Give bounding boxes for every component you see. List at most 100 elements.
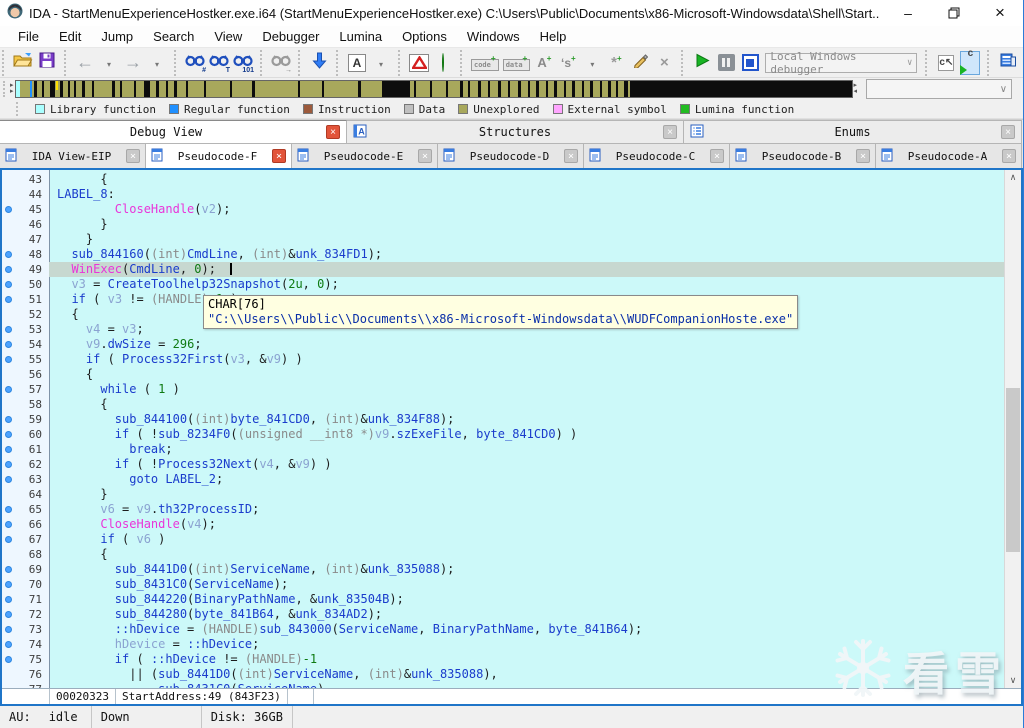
code-line-66[interactable]: 66 CloseHandle(v4); (2, 517, 1004, 532)
address-dot[interactable] (5, 596, 12, 603)
edit-function-button[interactable] (630, 51, 650, 75)
band-scroll-left-icon[interactable]: ▸ ▸ (10, 82, 14, 95)
address-dot[interactable] (5, 416, 12, 423)
navigation-combo[interactable]: ∨ (866, 79, 1013, 99)
code-line-75[interactable]: 75 if ( ::hDevice != (HANDLE)-1 (2, 652, 1004, 667)
code-line-47[interactable]: 47 } (2, 232, 1004, 247)
continue-process-button[interactable]: c (960, 48, 981, 75)
address-dot[interactable] (5, 581, 12, 588)
menu-view[interactable]: View (204, 27, 252, 46)
address-dot[interactable] (5, 341, 12, 348)
stop-process-button[interactable] (740, 51, 760, 75)
view-tab-pseudocode-d[interactable]: Pseudocode-D × (438, 143, 584, 168)
address-dot[interactable] (5, 521, 12, 528)
view-tab-pseudocode-a[interactable]: Pseudocode-A × (876, 143, 1022, 168)
address-dot[interactable] (5, 461, 12, 468)
jump-address-button[interactable] (309, 51, 329, 75)
address-dot[interactable] (5, 506, 12, 513)
close-tab-button[interactable]: × (564, 149, 578, 163)
problems-list-button[interactable] (409, 51, 429, 75)
select-text-button[interactable]: A (347, 51, 367, 75)
open-file-button[interactable] (13, 51, 33, 75)
code-line-57[interactable]: 57 while ( 1 ) (2, 382, 1004, 397)
address-dot[interactable] (5, 611, 12, 618)
menu-options[interactable]: Options (392, 27, 457, 46)
create-struct-button[interactable]: ʻs+ (558, 51, 578, 75)
code-line-55[interactable]: 55 if ( Process32First(v3, &v9) ) (2, 352, 1004, 367)
code-line-76[interactable]: 76 || (sub_8441D0((int)ServiceName, (int… (2, 667, 1004, 682)
lumina-button[interactable] (433, 51, 453, 75)
navigate-back-dropdown[interactable]: ▾ (99, 51, 119, 75)
address-dot[interactable] (5, 296, 12, 303)
code-line-54[interactable]: 54 v9.dwSize = 296; (2, 337, 1004, 352)
code-line-62[interactable]: 62 if ( !Process32Next(v4, &v9) ) (2, 457, 1004, 472)
pause-process-button[interactable] (716, 51, 736, 75)
debugger-selector[interactable]: Local Windows debugger ∨ (765, 50, 918, 76)
address-dot[interactable] (5, 626, 12, 633)
minimize-button[interactable]: – (885, 0, 931, 26)
close-tab-button[interactable]: × (663, 125, 677, 139)
code-line-73[interactable]: 73 ::hDevice = (HANDLE)sub_843000(Servic… (2, 622, 1004, 637)
navigation-band[interactable] (14, 80, 853, 98)
pseudocode-view[interactable]: 43 {44 LABEL_8: 45 CloseHandle(v2); 46 } 47 … (2, 170, 1004, 688)
debugger-windows-button[interactable] (998, 51, 1018, 75)
select-text-dropdown[interactable]: ▾ (371, 51, 391, 75)
code-line-48[interactable]: 48 sub_844160((int)CmdLine, (int)&unk_83… (2, 247, 1004, 262)
desktop-tab-structures[interactable]: A Structures × (347, 120, 684, 143)
code-line-67[interactable]: 67 if ( v6 ) (2, 532, 1004, 547)
menu-file[interactable]: File (8, 27, 49, 46)
menu-lumina[interactable]: Lumina (329, 27, 392, 46)
delete-function-button[interactable]: × (654, 51, 674, 75)
code-line-63[interactable]: 63 goto LABEL_2; (2, 472, 1004, 487)
address-dot[interactable] (5, 476, 12, 483)
desktop-tab-debug-view[interactable]: Debug View × (0, 120, 347, 143)
address-dot[interactable] (5, 656, 12, 663)
menu-windows[interactable]: Windows (457, 27, 530, 46)
close-button[interactable]: × (977, 0, 1023, 26)
close-tab-button[interactable]: × (272, 149, 286, 163)
vertical-scrollbar[interactable]: ∧ ∨ (1004, 170, 1021, 688)
address-dot[interactable] (5, 431, 12, 438)
code-line-44[interactable]: 44 LABEL_8: (2, 187, 1004, 202)
close-tab-button[interactable]: × (418, 149, 432, 163)
create-struct-dropdown[interactable]: ▾ (582, 51, 602, 75)
address-dot[interactable] (5, 281, 12, 288)
navigate-forward-dropdown[interactable]: ▾ (147, 51, 167, 75)
code-line-60[interactable]: 60 if ( !sub_8234F0((unsigned __int8 *)v… (2, 427, 1004, 442)
create-function-button[interactable]: *+ (606, 51, 626, 75)
address-dot[interactable] (5, 566, 12, 573)
menu-jump[interactable]: Jump (91, 27, 143, 46)
code-line-61[interactable]: 61 break; (2, 442, 1004, 457)
code-line-68[interactable]: 68 { (2, 547, 1004, 562)
view-tab-pseudocode-b[interactable]: Pseudocode-B × (730, 143, 876, 168)
code-line-49[interactable]: 49 WinExec(CmdLine, 0); (2, 262, 1004, 277)
scroll-up-icon[interactable]: ∧ (1005, 170, 1021, 185)
code-line-71[interactable]: 71 sub_844220(BinaryPathName, &unk_83504… (2, 592, 1004, 607)
close-tab-button[interactable]: × (1002, 149, 1016, 163)
address-dot[interactable] (5, 206, 12, 213)
view-tab-pseudocode-e[interactable]: Pseudocode-E × (292, 143, 438, 168)
view-tab-pseudocode-f[interactable]: Pseudocode-F × (146, 143, 292, 168)
close-tab-button[interactable]: × (126, 149, 140, 163)
menu-debugger[interactable]: Debugger (252, 27, 329, 46)
menu-edit[interactable]: Edit (49, 27, 91, 46)
code-line-77[interactable]: 77 sub_8431C0(ServiceName), (2, 682, 1004, 688)
create-code-button[interactable]: code+ (471, 51, 499, 75)
band-scroll-right-icon[interactable]: ▸ ◂ (854, 82, 858, 95)
attach-process-button[interactable]: c↖ (936, 51, 956, 75)
code-line-64[interactable]: 64 } (2, 487, 1004, 502)
save-file-button[interactable] (37, 51, 57, 75)
code-line-59[interactable]: 59 sub_844100((int)byte_841CD0, (int)&un… (2, 412, 1004, 427)
close-tab-button[interactable]: × (710, 149, 724, 163)
create-data-button[interactable]: data+ (502, 51, 531, 75)
address-dot[interactable] (5, 251, 12, 258)
search-next-button[interactable]: → (271, 51, 292, 75)
code-line-58[interactable]: 58 { (2, 397, 1004, 412)
desktop-tab-enums[interactable]: Enums × (684, 120, 1022, 143)
close-tab-button[interactable]: × (856, 149, 870, 163)
view-tab-ida-view-eip[interactable]: IDA View-EIP × (0, 143, 146, 168)
scrollbar-thumb[interactable] (1006, 388, 1020, 552)
navigate-back-button[interactable]: ← (75, 51, 95, 75)
restore-button[interactable] (931, 0, 977, 26)
search-value-button[interactable]: 101 (233, 51, 254, 75)
